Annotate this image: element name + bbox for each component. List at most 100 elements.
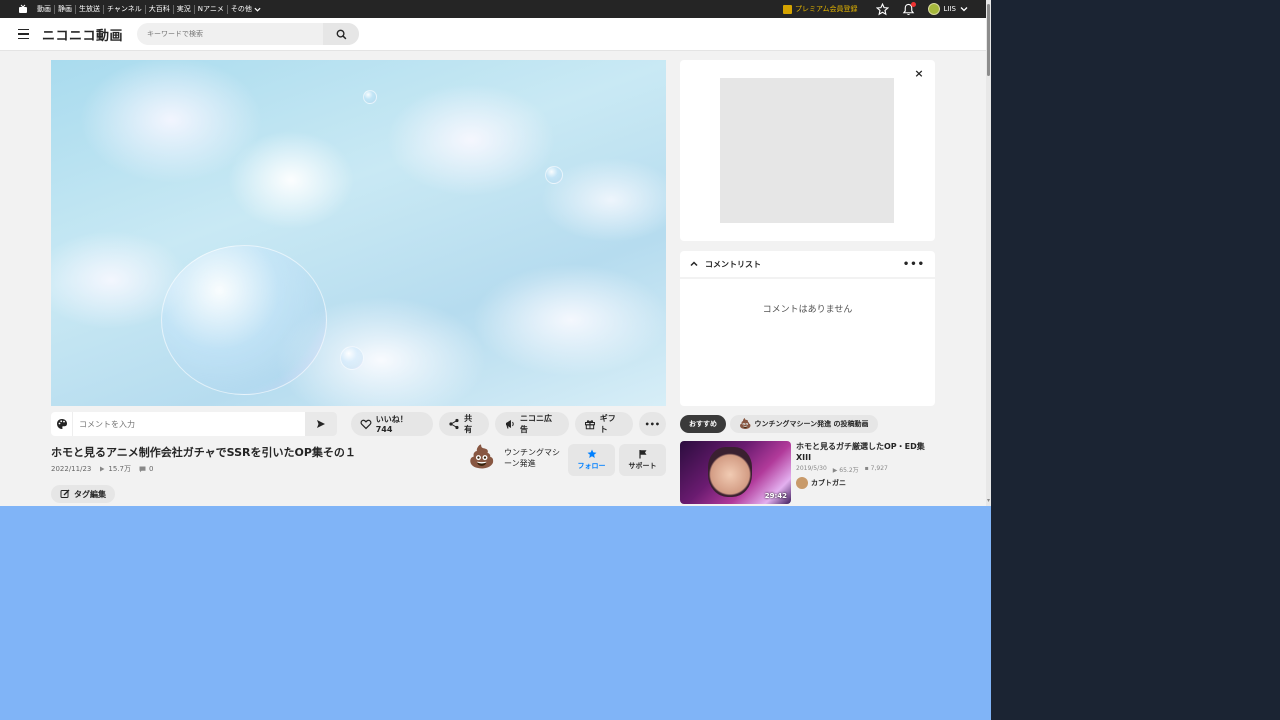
comment-command-button[interactable] [51, 412, 73, 436]
username: LIIS [943, 5, 956, 13]
like-button[interactable]: いいね！744 [350, 412, 434, 436]
chevron-down-icon [254, 7, 261, 12]
user-menu[interactable]: LIIS [927, 3, 968, 15]
support-button[interactable]: サポート [619, 444, 666, 476]
owner-name[interactable]: ウンチングマシーン発進 [504, 447, 560, 469]
edit-icon [60, 489, 70, 498]
search-input[interactable] [137, 23, 324, 45]
view-count: 15.7万 [99, 464, 131, 474]
heart-icon [360, 419, 372, 430]
star-icon [876, 2, 890, 15]
tab-recommended[interactable]: おすすめ [680, 415, 726, 433]
recommended-views-value: 65.2万 [839, 467, 859, 474]
follow-button[interactable]: フォロー [568, 444, 615, 476]
poop-icon: 💩 [739, 418, 752, 430]
share-label: 共有 [464, 414, 473, 434]
comment-list-title: コメントリスト [705, 259, 761, 269]
more-actions-button[interactable]: ••• [638, 412, 666, 436]
recommended-owner-avatar [796, 477, 808, 489]
close-icon[interactable]: × [913, 68, 925, 80]
bubble-small [340, 346, 364, 370]
desktop-background [0, 506, 991, 720]
thumbnail-character [708, 447, 752, 497]
owner-info[interactable]: 💩 ウンチングマシーン発進 [468, 444, 560, 472]
recommendation-tabs: おすすめ 💩 ウンチングマシーン発進 の投稿動画 [680, 415, 878, 433]
bubble-small [363, 90, 377, 104]
notification-button[interactable] [896, 0, 922, 18]
nav-dic[interactable]: 大百科 [144, 4, 173, 14]
recommended-video[interactable]: 29:42 ホモと見るガチ厳選したOP・ED集XIII 2019/5/30 ▶ … [680, 441, 935, 505]
video-meta: 2022/11/23 15.7万 0 [51, 464, 153, 474]
tab-owner-videos[interactable]: 💩 ウンチングマシーン発進 の投稿動画 [730, 415, 878, 433]
nav-more[interactable]: その他 [226, 4, 264, 14]
comment-send-button[interactable] [304, 412, 337, 436]
nicoad-label: ニコニ広告 [520, 414, 553, 434]
play-icon [100, 466, 105, 472]
megaphone-icon [506, 420, 514, 429]
video-action-row: いいね！744 共有 ニコニ広告 ギフト ••• [51, 412, 666, 436]
service-nav: 動画 静画 生放送 チャンネル 大百科 実況 Nアニメ その他 [34, 4, 264, 14]
nav-nanime[interactable]: Nアニメ [193, 4, 227, 14]
premium-label: プレミアム会員登録 [795, 5, 858, 13]
share-button[interactable]: 共有 [439, 412, 490, 436]
comment-count-value: 0 [148, 465, 154, 473]
recommended-comments: ▪ 7,927 [864, 465, 888, 472]
video-player[interactable] [51, 60, 666, 406]
recommended-date: 2019/5/30 [796, 465, 827, 472]
tab-owner-videos-label: ウンチングマシーン発進 の投稿動画 [754, 420, 869, 428]
comment-input[interactable] [73, 412, 305, 436]
comment-list-more-button[interactable]: ••• [903, 259, 925, 270]
nav-live[interactable]: 生放送 [75, 4, 103, 14]
tag-edit-label: タグ編集 [74, 489, 106, 499]
notification-dot [910, 2, 916, 7]
recommended-owner[interactable]: カブトガニ [796, 477, 935, 489]
browser-page: 動画 静画 生放送 チャンネル 大百科 実況 Nアニメ その他 プレミアム会員登… [0, 0, 991, 506]
recommended-comments-value: 7,927 [870, 465, 888, 472]
chevron-up-icon[interactable] [683, 251, 705, 277]
more-icon: ••• [644, 419, 660, 429]
search-bar [137, 23, 360, 45]
nav-channel[interactable]: チャンネル [103, 4, 145, 14]
nav-jikkyo[interactable]: 実況 [172, 4, 194, 14]
recommended-thumbnail[interactable]: 29:42 [680, 441, 791, 504]
bubble-small [545, 166, 563, 184]
flag-icon [638, 450, 646, 459]
search-button[interactable] [323, 23, 360, 45]
comment-count: 0 [139, 465, 153, 473]
like-label: いいね！744 [375, 415, 408, 434]
premium-register-link[interactable]: プレミアム会員登録 [783, 4, 858, 14]
recommended-meta: 2019/5/30 ▶ 65.2万 ▪ 7,927 [796, 465, 935, 474]
ad-placeholder[interactable] [720, 78, 894, 223]
owner-avatar[interactable]: 💩 [468, 444, 496, 472]
topbar-right: プレミアム会員登録 LIIS [783, 0, 986, 18]
global-topbar: 動画 静画 生放送 チャンネル 大百科 実況 Nアニメ その他 プレミアム会員登… [0, 0, 986, 18]
search-icon [336, 29, 346, 39]
recommended-views: ▶ 65.2万 [832, 467, 859, 474]
favorites-button[interactable] [870, 0, 896, 18]
site-logo[interactable]: ニコニコ動画 [42, 25, 123, 44]
page-scrollbar-thumb[interactable] [987, 4, 990, 76]
share-icon [449, 418, 459, 430]
niconico-home-icon[interactable] [14, 0, 32, 18]
user-avatar [927, 3, 940, 15]
gift-label: ギフト [599, 414, 616, 434]
site-header: ニコニコ動画 [0, 18, 986, 51]
recommended-owner-name: カブトガニ [811, 479, 846, 487]
ad-panel: × [680, 60, 935, 241]
premium-icon [783, 4, 792, 14]
comment-input-box [51, 412, 337, 436]
star-icon [587, 449, 596, 458]
tag-edit-button[interactable]: タグ編集 [51, 485, 115, 503]
nav-seiga[interactable]: 静画 [54, 4, 75, 14]
nav-douga[interactable]: 動画 [34, 5, 54, 14]
no-comments-message: コメントはありません [762, 305, 853, 315]
hamburger-menu-icon[interactable] [18, 26, 34, 42]
view-count-value: 15.7万 [108, 465, 131, 473]
support-label: サポート [628, 462, 657, 470]
recommended-title[interactable]: ホモと見るガチ厳選したOP・ED集XIII [796, 441, 935, 463]
gift-button[interactable]: ギフト [574, 412, 633, 436]
comment-icon [139, 466, 146, 472]
video-title: ホモと見るアニメ制作会社ガチャでSSRを引いたOP集その１ [51, 446, 356, 459]
scroll-down-arrow[interactable]: ▾ [987, 498, 991, 504]
nicoad-button[interactable]: ニコニ広告 [495, 412, 569, 436]
